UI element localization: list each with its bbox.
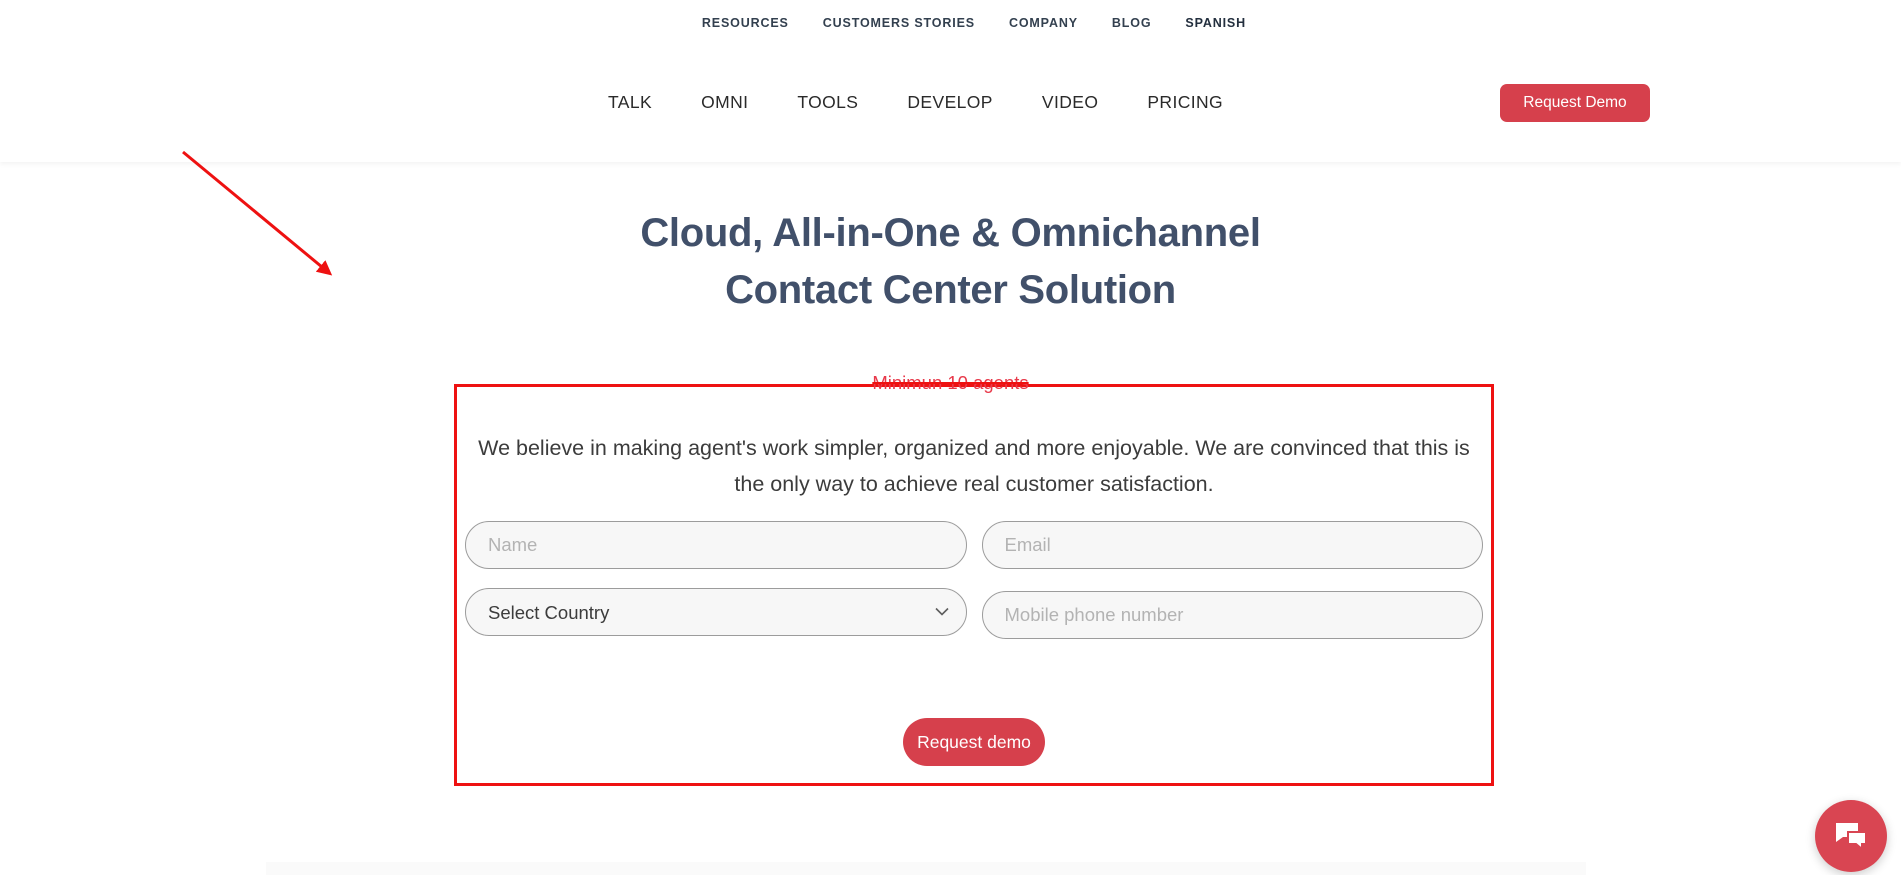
site-header: RESOURCES CUSTOMERS STORIES COMPANY BLOG… — [0, 0, 1901, 162]
nav-item-pricing[interactable]: PRICING — [1147, 92, 1223, 113]
chat-bubble-icon — [1836, 823, 1867, 851]
page-title-line-1: Cloud, All-in-One & Omnichannel — [640, 211, 1261, 255]
request-demo-card: We believe in making agent's work simple… — [456, 390, 1492, 784]
submit-row: Request demo — [456, 718, 1492, 766]
top-utility-nav: RESOURCES CUSTOMERS STORIES COMPANY BLOG… — [702, 0, 1901, 45]
annotation-strike-label: Minimun 10 agents — [872, 372, 1029, 393]
topnav-item-resources[interactable]: RESOURCES — [702, 16, 789, 30]
email-field-wrapper — [981, 521, 1483, 569]
topnav-item-blog[interactable]: BLOG — [1112, 16, 1152, 30]
annotation-arrow-icon — [182, 150, 333, 276]
topnav-item-company[interactable]: COMPANY — [1009, 16, 1078, 30]
phone-input[interactable] — [981, 591, 1483, 639]
request-demo-submit-button[interactable]: Request demo — [903, 718, 1045, 766]
phone-field-wrapper — [981, 591, 1483, 639]
header-request-demo-button[interactable]: Request Demo — [1500, 84, 1650, 122]
form-row-1 — [465, 521, 1483, 569]
topnav-item-customers-stories[interactable]: CUSTOMERS STORIES — [823, 16, 975, 30]
country-select[interactable]: Select Country — [465, 588, 967, 636]
form-row-2: Select Country — [465, 588, 1483, 639]
topnav-item-spanish[interactable]: SPANISH — [1185, 16, 1246, 30]
demo-form: Select Country — [465, 521, 1483, 639]
nav-item-omni[interactable]: OMNI — [701, 92, 748, 113]
card-lead-text: We believe in making agent's work simple… — [478, 436, 1470, 496]
name-field-wrapper — [465, 521, 967, 569]
nav-item-develop[interactable]: DEVELOP — [907, 92, 992, 113]
nav-item-tools[interactable]: TOOLS — [797, 92, 858, 113]
country-field-wrapper: Select Country — [465, 588, 967, 636]
page-root: RESOURCES CUSTOMERS STORIES COMPANY BLOG… — [0, 0, 1901, 875]
chat-widget-button[interactable] — [1815, 800, 1887, 872]
nav-item-talk[interactable]: TALK — [608, 92, 652, 113]
name-input[interactable] — [465, 521, 967, 569]
page-bottom-section — [266, 862, 1586, 875]
email-input[interactable] — [981, 521, 1483, 569]
nav-item-video[interactable]: VIDEO — [1042, 92, 1098, 113]
